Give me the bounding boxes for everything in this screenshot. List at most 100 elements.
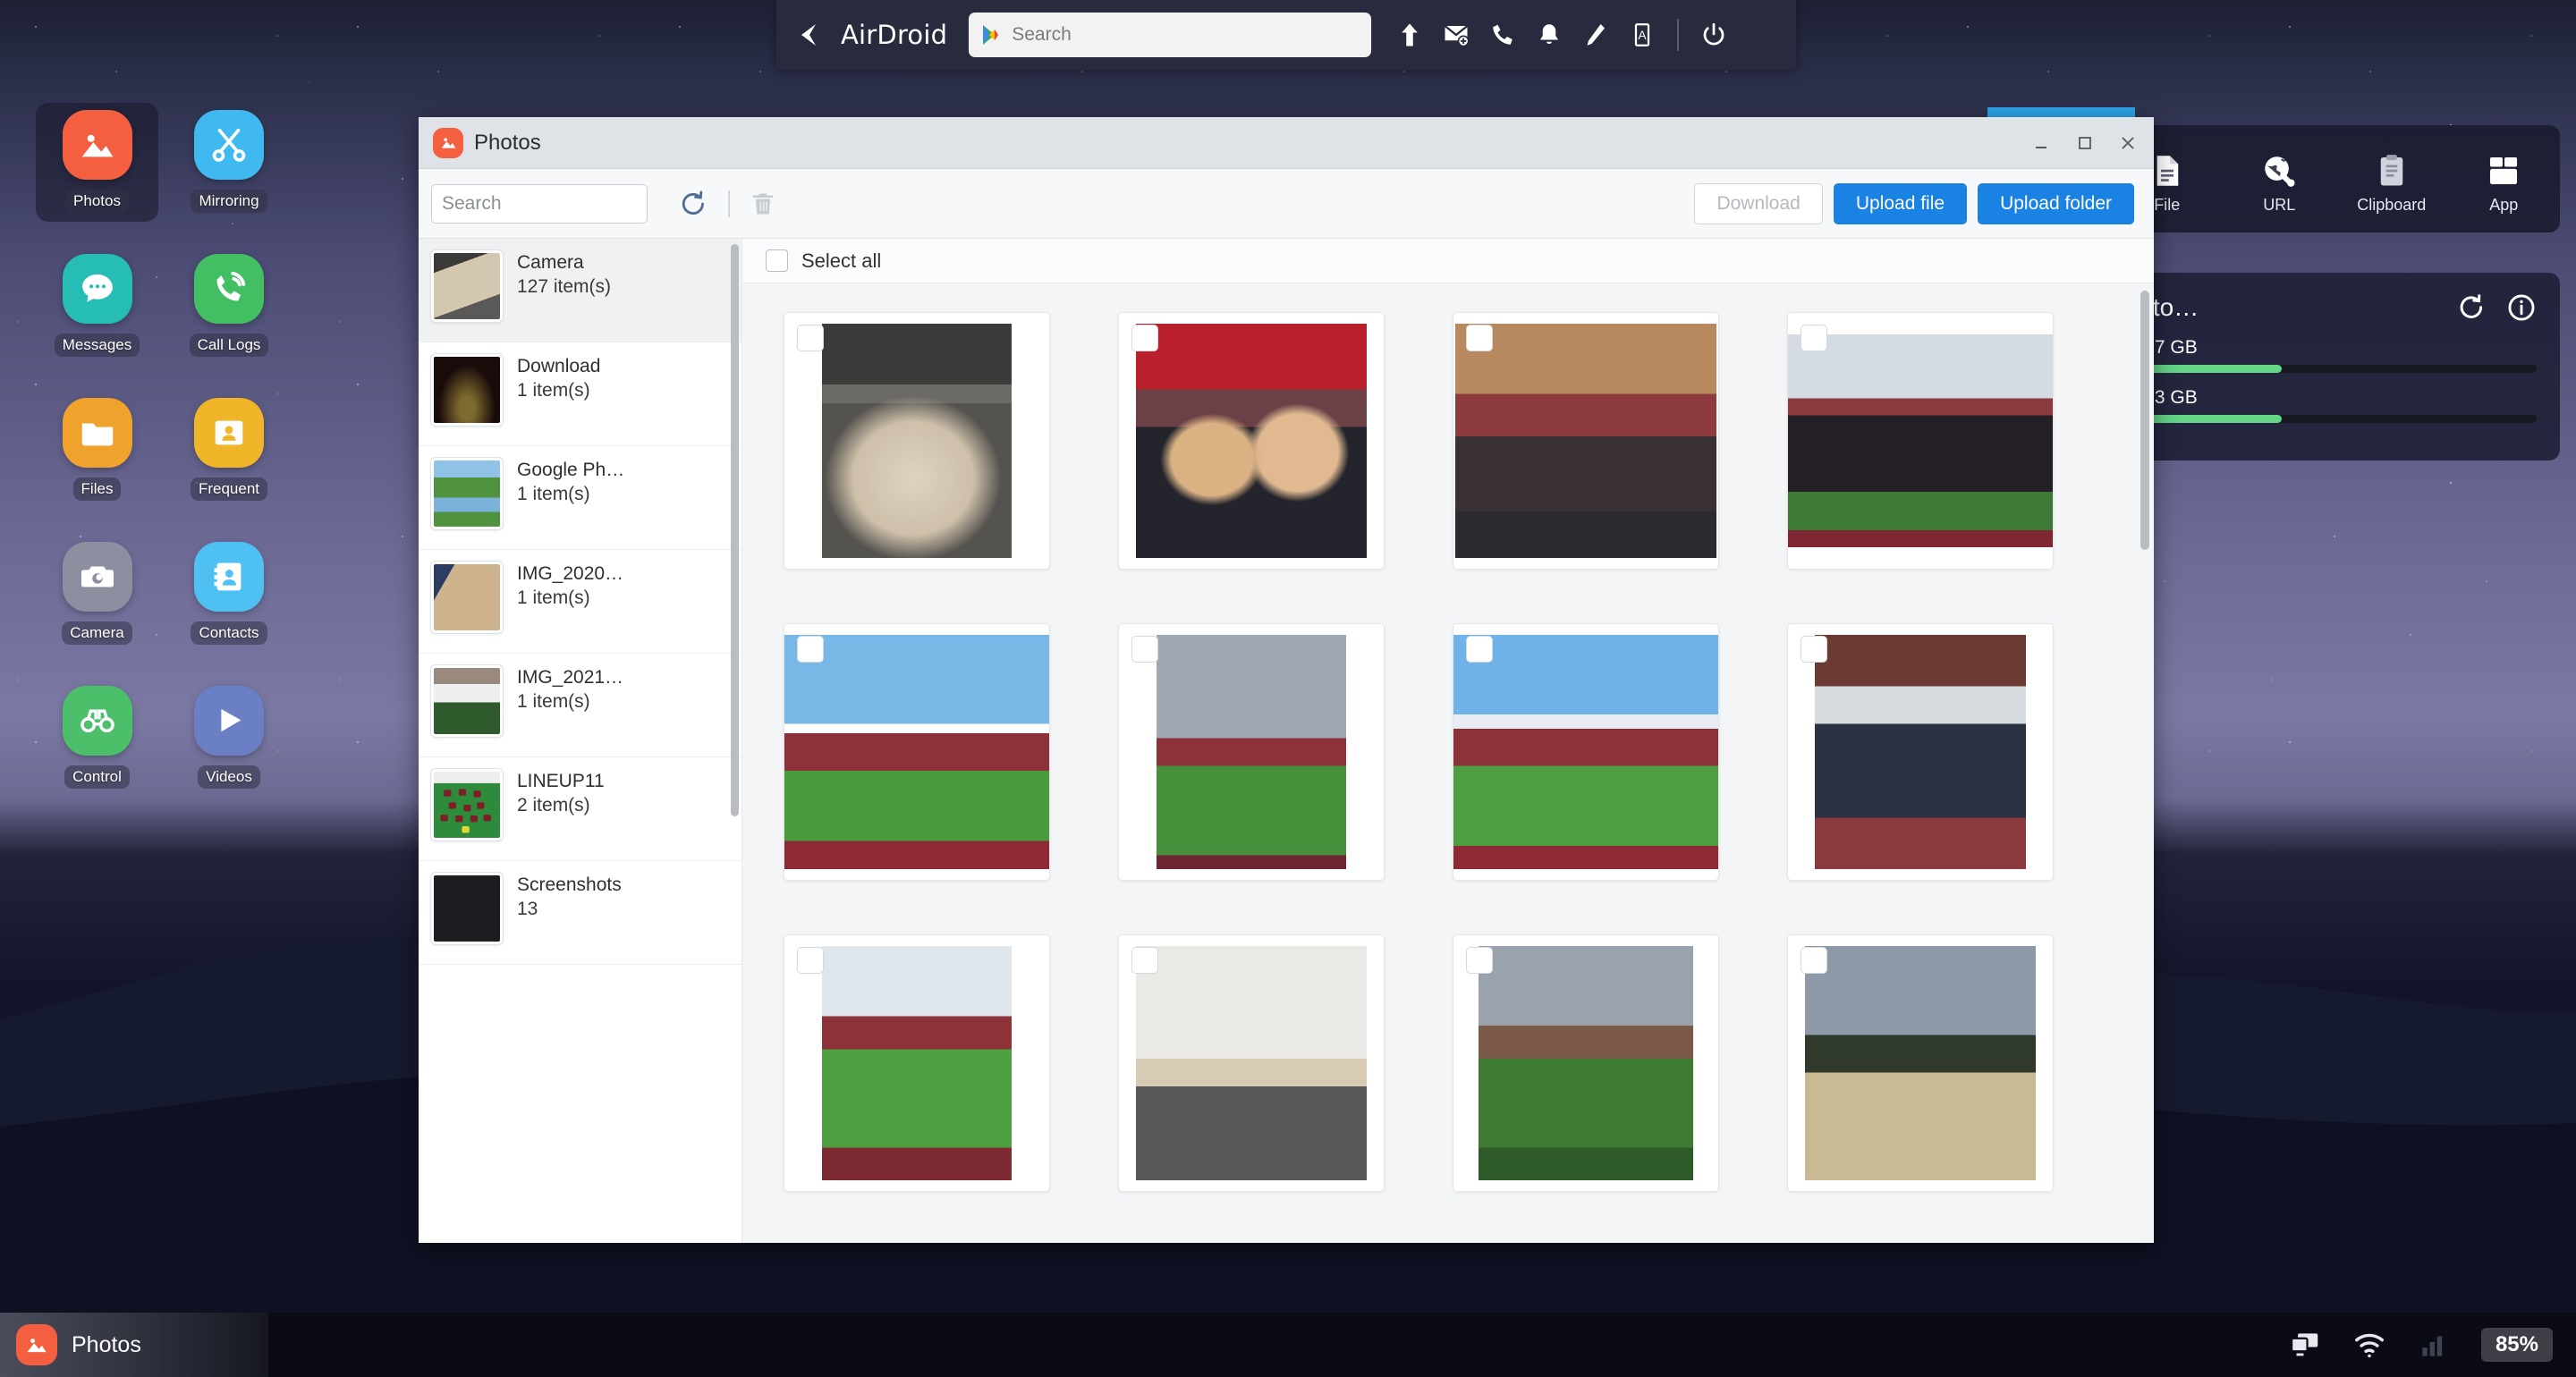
- photo-checkbox[interactable]: [1131, 325, 1158, 351]
- photo-card[interactable]: [784, 934, 1050, 1192]
- transfer-app[interactable]: App: [2448, 152, 2561, 215]
- transfer-url[interactable]: URL: [2224, 152, 2336, 215]
- phone-icon[interactable]: [1489, 21, 1516, 49]
- album-row[interactable]: Google Ph… 1 item(s): [419, 446, 741, 550]
- signal-icon[interactable]: [2417, 1328, 2451, 1362]
- album-thumbnail: [431, 562, 503, 633]
- url-globe-icon: [2260, 152, 2298, 190]
- storage-label: 48.77 GB: [2118, 337, 2537, 359]
- photo-thumbnail: [1136, 946, 1367, 1180]
- storage-track: [2118, 365, 2537, 373]
- album-row[interactable]: Camera 127 item(s): [419, 239, 741, 342]
- refresh-icon[interactable]: [678, 189, 708, 219]
- transfer-clipboard[interactable]: Clipboard: [2335, 152, 2448, 215]
- photo-card[interactable]: [784, 312, 1050, 570]
- app-call-logs[interactable]: Call Logs: [168, 247, 291, 366]
- album-meta: Download 1 item(s): [517, 354, 600, 403]
- pen-icon[interactable]: [1582, 21, 1609, 49]
- photo-card[interactable]: [1118, 623, 1385, 881]
- apk-icon[interactable]: A: [1629, 21, 1656, 49]
- trash-icon[interactable]: [750, 189, 776, 219]
- search-input[interactable]: [432, 193, 648, 215]
- photo-checkbox[interactable]: [797, 947, 824, 974]
- contacts-icon: [194, 542, 264, 612]
- album-scrollbar[interactable]: [731, 244, 739, 816]
- app-contacts[interactable]: Contacts: [168, 535, 291, 654]
- photo-checkbox[interactable]: [1801, 636, 1827, 663]
- app-frequent[interactable]: Frequent: [168, 391, 291, 510]
- maximize-button[interactable]: [2075, 133, 2095, 153]
- minimize-button[interactable]: [2032, 133, 2052, 153]
- album-meta: IMG_2020… 1 item(s): [517, 562, 623, 611]
- download-button[interactable]: Download: [1694, 183, 1822, 224]
- photo-checkbox[interactable]: [1801, 947, 1827, 974]
- photo-checkbox[interactable]: [1131, 947, 1158, 974]
- app-control[interactable]: Control: [36, 679, 158, 798]
- window-titlebar[interactable]: Photos: [419, 117, 2154, 169]
- display-icon[interactable]: [2288, 1328, 2322, 1362]
- close-button[interactable]: [2118, 133, 2138, 153]
- photo-card[interactable]: [784, 623, 1050, 881]
- photo-card[interactable]: [1453, 312, 1719, 570]
- device-panel: Moto… 48.77 GB 29.23 GB: [2095, 273, 2560, 460]
- album-count: 127 item(s): [517, 275, 611, 300]
- app-files[interactable]: Files: [36, 391, 158, 510]
- refresh-icon[interactable]: [2456, 292, 2487, 323]
- app-mirroring[interactable]: Mirroring: [168, 103, 291, 222]
- album-name: Screenshots: [517, 874, 622, 898]
- photo-card[interactable]: [1118, 312, 1385, 570]
- app-label: Contacts: [191, 621, 267, 645]
- bell-icon[interactable]: [1536, 21, 1563, 49]
- transfer-label: File: [2154, 196, 2180, 215]
- power-icon[interactable]: [1700, 21, 1727, 49]
- photo-checkbox[interactable]: [1466, 947, 1493, 974]
- select-all-bar: Select all: [742, 239, 2154, 283]
- wifi-icon[interactable]: [2352, 1328, 2386, 1362]
- album-count: 2 item(s): [517, 794, 605, 818]
- search-box[interactable]: [431, 184, 648, 224]
- toolbar-divider: [1677, 19, 1679, 51]
- photo-checkbox[interactable]: [1466, 636, 1493, 663]
- photo-card[interactable]: [1453, 623, 1719, 881]
- message-icon[interactable]: [1443, 21, 1470, 49]
- album-row[interactable]: Screenshots 13: [419, 861, 741, 965]
- photo-checkbox[interactable]: [797, 636, 824, 663]
- album-row[interactable]: IMG_2021… 1 item(s): [419, 654, 741, 757]
- upload-file-button[interactable]: Upload file: [1834, 183, 1967, 224]
- album-row[interactable]: IMG_2020… 1 item(s): [419, 550, 741, 654]
- app-label: Mirroring: [191, 190, 267, 213]
- select-all-checkbox[interactable]: [766, 249, 788, 272]
- photo-grid-scroll-area[interactable]: [742, 283, 2154, 1243]
- photo-checkbox[interactable]: [797, 325, 824, 351]
- photo-thumbnail: [1805, 946, 2036, 1180]
- photo-checkbox[interactable]: [1801, 325, 1827, 351]
- window-controls: [2032, 133, 2138, 153]
- app-photos[interactable]: Photos: [36, 103, 158, 222]
- photo-checkbox[interactable]: [1466, 325, 1493, 351]
- photo-card[interactable]: [1787, 312, 2054, 570]
- photo-card[interactable]: [1787, 934, 2054, 1192]
- battery-indicator[interactable]: 85%: [2481, 1328, 2553, 1362]
- taskbar-item-photos[interactable]: Photos: [0, 1313, 268, 1377]
- device-name: Moto…: [2118, 293, 2436, 322]
- photo-thumbnail: [1453, 635, 1718, 869]
- app-messages[interactable]: Messages: [36, 247, 158, 366]
- airdroid-logo: AirDroid: [796, 20, 947, 50]
- photo-card[interactable]: [1118, 934, 1385, 1192]
- photo-card[interactable]: [1453, 934, 1719, 1192]
- airdroid-search-box[interactable]: Search: [969, 13, 1371, 57]
- airdroid-search-placeholder: Search: [1012, 24, 1072, 46]
- transfer-panel: File URL Clipboard App: [2095, 125, 2560, 232]
- info-icon[interactable]: [2506, 292, 2537, 323]
- photo-thumbnail: [1788, 334, 2053, 547]
- upload-icon[interactable]: [1396, 21, 1423, 49]
- photo-grid: [742, 283, 2154, 1219]
- app-camera[interactable]: Camera: [36, 535, 158, 654]
- upload-folder-button[interactable]: Upload folder: [1978, 183, 2134, 224]
- photo-scrollbar[interactable]: [2140, 291, 2149, 550]
- app-videos[interactable]: Videos: [168, 679, 291, 798]
- photo-checkbox[interactable]: [1131, 636, 1158, 663]
- album-row[interactable]: LINEUP11 2 item(s): [419, 757, 741, 861]
- album-row[interactable]: Download 1 item(s): [419, 342, 741, 446]
- photo-card[interactable]: [1787, 623, 2054, 881]
